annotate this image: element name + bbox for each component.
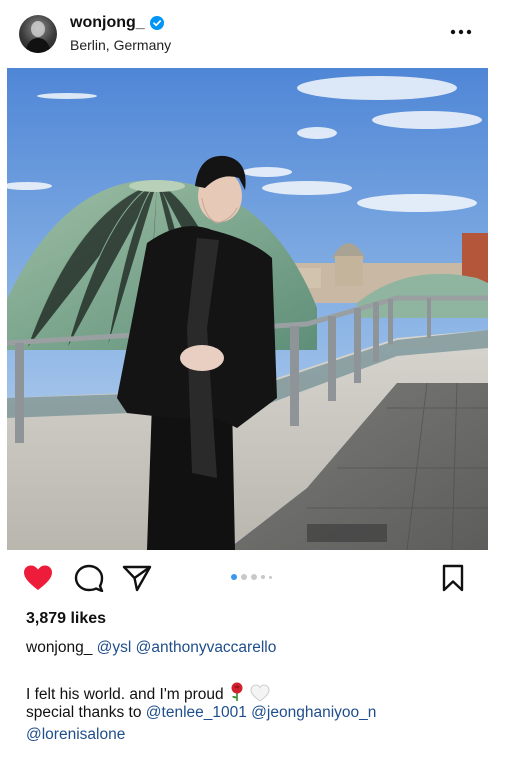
mention-link[interactable]: @anthonyvaccarello [136,639,277,656]
carousel-indicator [231,574,272,580]
caption-header: wonjong_ @ysl @anthonyvaccarello [26,639,276,657]
comment-icon[interactable] [74,564,104,592]
carousel-dot [261,575,265,579]
caption-text: I felt his world. and I'm proud [26,686,224,703]
post-header: wonjong_ Berlin, Germany [0,0,509,66]
username[interactable]: wonjong_ [70,14,145,32]
carousel-dot [241,574,247,580]
caption-text: special thanks to [26,704,142,721]
caption-body-line: I felt his world. and I'm proud [26,682,270,704]
likes-count[interactable]: 3,879 likes [26,610,106,628]
mention-link[interactable]: @ysl [97,639,132,656]
heart-icon[interactable] [23,564,53,592]
post-image[interactable] [7,68,488,550]
action-bar [0,558,509,602]
verified-icon [149,16,164,30]
bookmark-icon[interactable] [440,564,466,592]
caption-username[interactable]: wonjong_ [26,639,92,656]
mention-link[interactable]: @tenlee_1001 [146,704,247,721]
more-icon[interactable] [449,22,473,42]
share-icon[interactable] [122,564,152,592]
carousel-dot [251,574,257,580]
location-label[interactable]: Berlin, Germany [70,37,171,53]
carousel-dot [269,575,272,579]
white-heart-emoji [250,684,270,702]
rose-emoji [231,682,243,701]
avatar[interactable] [19,15,57,53]
caption-thanks-line: special thanks to @tenlee_1001 @jeonghan… [26,704,376,722]
carousel-dot [231,574,237,580]
mention-link[interactable]: @jeonghaniyoo_n [251,704,376,721]
mention-link[interactable]: @lorenisalone [26,726,125,743]
caption-thanks-line-2: @lorenisalone [26,726,125,744]
